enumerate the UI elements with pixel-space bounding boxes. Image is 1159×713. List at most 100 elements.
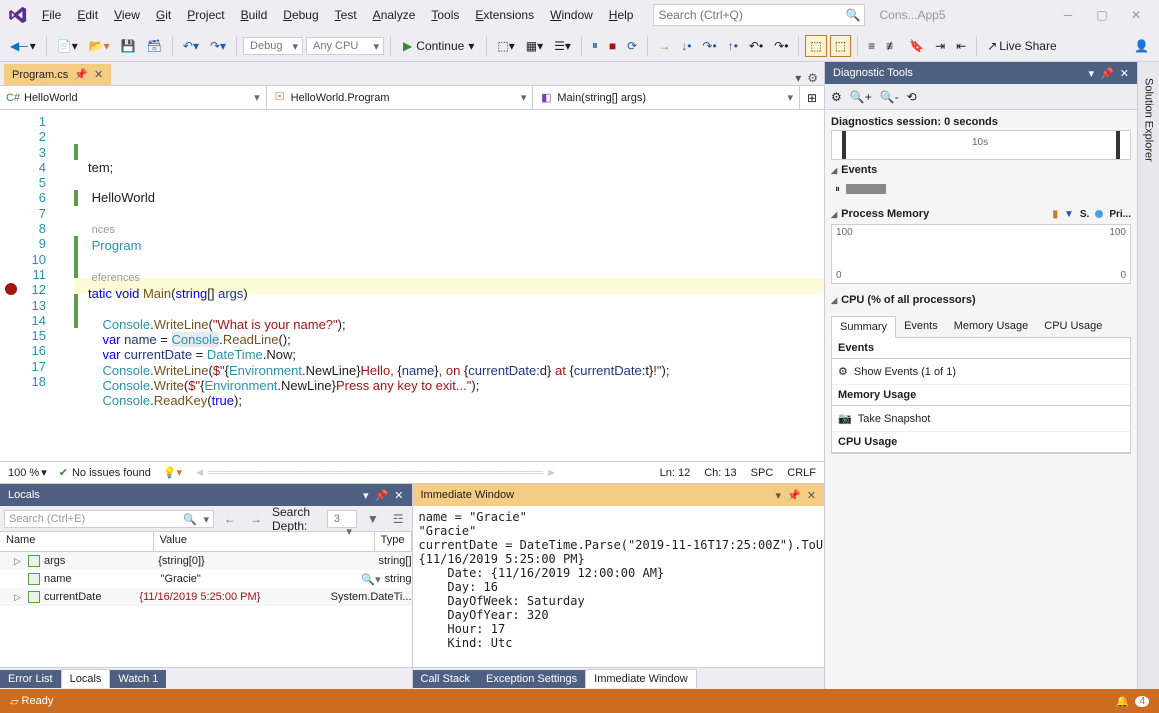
process-dropdown[interactable]: ⬚▾: [493, 35, 518, 57]
immediate-title[interactable]: Immediate Window ▾📌✕: [413, 484, 825, 506]
show-events-item[interactable]: ⚙Show Events (1 of 1): [832, 359, 1130, 385]
locals-row[interactable]: ▷currentDate{11/16/2019 5:25:00 PM}Syste…: [0, 588, 412, 606]
minimize-button[interactable]: ─: [1051, 2, 1085, 28]
close-pane-icon[interactable]: ✕: [394, 489, 403, 502]
break-all-button[interactable]: ⏸: [588, 35, 602, 57]
pane-tab[interactable]: Immediate Window: [585, 669, 697, 688]
diagnostic-timeline[interactable]: 10s: [831, 130, 1131, 160]
zoom-out-icon[interactable]: 🔍-: [880, 90, 899, 104]
step-out-button[interactable]: ↑•: [724, 35, 742, 57]
tab-settings-icon[interactable]: ⚙: [807, 71, 818, 85]
locals-title[interactable]: Locals ▾📌✕: [0, 484, 412, 506]
cpu-section-header[interactable]: CPU (% of all processors): [831, 290, 1131, 310]
close-button[interactable]: ✕: [1119, 2, 1153, 28]
feedback-button[interactable]: 👤: [1130, 35, 1153, 57]
new-file-button[interactable]: 📄▾: [53, 35, 82, 57]
menu-build[interactable]: Build: [233, 4, 276, 26]
restart-button[interactable]: ⟳: [623, 35, 641, 57]
locals-search-input[interactable]: Search (Ctrl+E)🔍: [4, 510, 214, 528]
search-nav-back[interactable]: ←: [220, 510, 240, 528]
show-next-statement-button[interactable]: →: [654, 35, 674, 57]
memory-graph[interactable]: 100 100 0 0: [831, 224, 1131, 284]
pane-tab[interactable]: Call Stack: [413, 670, 479, 688]
pin-icon[interactable]: 📌: [787, 489, 801, 502]
diag-tab[interactable]: Events: [896, 316, 946, 337]
thread-dropdown[interactable]: ▦▾: [522, 35, 547, 57]
locals-row[interactable]: ▷args{string[0]}string[]: [0, 552, 412, 570]
zoom-combo[interactable]: 100 % ▾: [8, 466, 47, 479]
dropdown-icon[interactable]: ▾: [1089, 67, 1095, 80]
code-area[interactable]: tem; HelloWorld nces Program eferences t…: [74, 110, 824, 461]
split-view-button[interactable]: ⊞: [800, 86, 824, 109]
diag-tab[interactable]: Memory Usage: [946, 316, 1037, 337]
step-into-button[interactable]: ↓•: [677, 35, 695, 57]
maximize-button[interactable]: ▢: [1085, 2, 1119, 28]
search-input[interactable]: [658, 8, 845, 22]
pane-tab[interactable]: Watch 1: [110, 670, 166, 688]
intellitrace-button[interactable]: ⬚: [805, 35, 826, 57]
code-editor[interactable]: 123456789101112131415161718 tem; HelloWo…: [0, 110, 824, 461]
pane-tab[interactable]: Error List: [0, 670, 61, 688]
dropdown-icon[interactable]: ▾: [776, 489, 782, 502]
line-ending-indicator[interactable]: CRLF: [787, 467, 816, 479]
project-dropdown[interactable]: C#HelloWorld: [0, 86, 267, 109]
save-button[interactable]: 💾: [117, 35, 140, 57]
indent-indicator[interactable]: SPC: [751, 467, 774, 479]
menu-view[interactable]: View: [106, 4, 148, 26]
close-pane-icon[interactable]: ✕: [1120, 67, 1129, 80]
pane-tab[interactable]: Locals: [61, 669, 111, 688]
pin-icon[interactable]: 📌: [1100, 67, 1114, 80]
menu-git[interactable]: Git: [148, 4, 179, 26]
reset-zoom-icon[interactable]: ⟲: [907, 90, 917, 104]
solution-explorer-tab[interactable]: Solution Explorer: [1140, 70, 1158, 170]
diag-tab[interactable]: CPU Usage: [1036, 316, 1110, 337]
diagnostic-title[interactable]: Diagnostic Tools ▾📌✕: [825, 62, 1137, 84]
menu-help[interactable]: Help: [601, 4, 642, 26]
configuration-dropdown[interactable]: Debug: [243, 37, 303, 55]
menu-extensions[interactable]: Extensions: [467, 4, 542, 26]
step-reverse-button[interactable]: ↷•: [770, 35, 792, 57]
light-bulb-icon[interactable]: 💡▾: [163, 466, 182, 479]
document-tab[interactable]: Program.cs 📌 ✕: [4, 64, 111, 85]
format-selection-button[interactable]: ⇤: [952, 35, 970, 57]
save-all-button[interactable]: 🗃: [143, 35, 166, 57]
class-dropdown[interactable]: 🞔HelloWorld.Program: [267, 86, 534, 109]
menu-analyze[interactable]: Analyze: [365, 4, 424, 26]
locals-row[interactable]: name"Gracie" 🔍▾string: [0, 570, 412, 588]
menu-file[interactable]: File: [34, 4, 69, 26]
close-pane-icon[interactable]: ✕: [807, 489, 816, 502]
notifications-icon[interactable]: 🔔: [1116, 695, 1130, 708]
diag-tab[interactable]: Summary: [831, 316, 896, 338]
immediate-output[interactable]: name = "Gracie" "Gracie" currentDate = D…: [413, 506, 825, 667]
uncomment-button[interactable]: ≢: [882, 35, 902, 57]
search-nav-fwd[interactable]: →: [246, 510, 266, 528]
take-snapshot-item[interactable]: 📷Take Snapshot: [832, 406, 1130, 432]
intellitrace-button-2[interactable]: ⬚: [830, 35, 851, 57]
memory-section-header[interactable]: Process Memory ▮▼S. Pri...: [831, 204, 1131, 224]
search-depth-combo[interactable]: 3: [327, 510, 357, 528]
pin-icon[interactable]: 📌: [74, 68, 88, 81]
method-dropdown[interactable]: ◧Main(string[] args): [533, 86, 800, 109]
redo-button[interactable]: ↷▾: [206, 35, 230, 57]
step-over-button[interactable]: ↷•: [698, 35, 720, 57]
pin-icon[interactable]: 📌: [375, 489, 389, 502]
platform-dropdown[interactable]: Any CPU: [306, 37, 384, 55]
settings-icon[interactable]: ⚙: [831, 90, 842, 104]
menu-project[interactable]: Project: [179, 4, 232, 26]
close-tab-icon[interactable]: ✕: [94, 68, 103, 81]
pane-tab[interactable]: Exception Settings: [478, 670, 585, 688]
nav-back-button[interactable]: ◀─ ▾: [6, 35, 40, 57]
format-button[interactable]: ⇥: [931, 35, 949, 57]
step-back-button[interactable]: ↶•: [745, 35, 767, 57]
issues-status[interactable]: ✔No issues found: [59, 466, 151, 479]
zoom-in-icon[interactable]: 🔍+: [850, 90, 872, 104]
breakpoint-icon[interactable]: [4, 282, 18, 296]
menu-tools[interactable]: Tools: [423, 4, 467, 26]
comment-button[interactable]: ≡: [864, 35, 879, 57]
menu-edit[interactable]: Edit: [69, 4, 106, 26]
continue-button[interactable]: ▶Continue ▾: [397, 37, 480, 55]
filter-button[interactable]: ▼: [363, 510, 383, 528]
bookmark-button[interactable]: 🔖: [905, 35, 928, 57]
view-button[interactable]: ☲: [389, 510, 408, 528]
stack-frame-dropdown[interactable]: ☰▾: [550, 35, 575, 57]
